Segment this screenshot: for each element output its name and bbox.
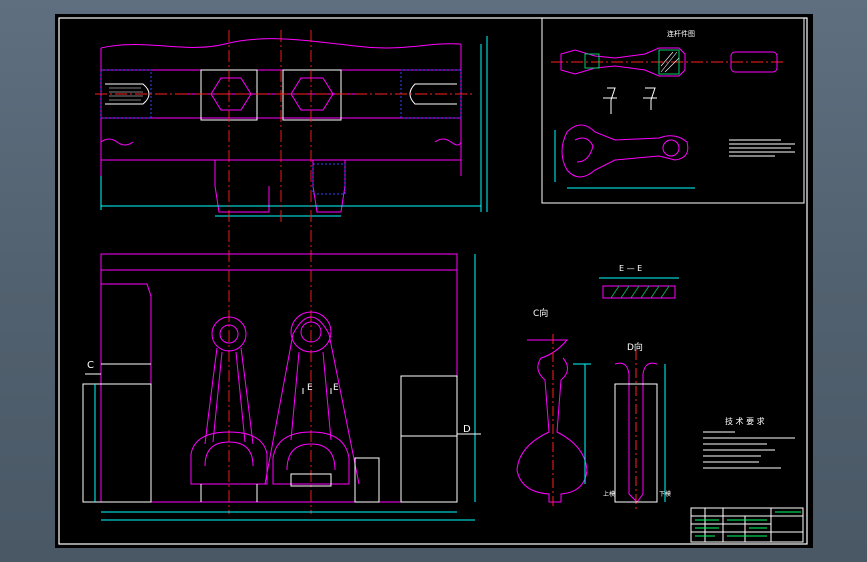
detail-notes	[729, 139, 795, 157]
detail-rod-plan	[561, 124, 689, 178]
sheet-border	[58, 17, 808, 545]
elevation-left-step	[101, 283, 152, 502]
view-d-label: D向	[627, 341, 643, 353]
connecting-rod-large	[264, 311, 380, 503]
bottom-label-left: 上模	[603, 490, 615, 498]
cad-drawing: E E C D 连杆件图 E — E C向 D向 上模 下模 技 术 要 求	[58, 17, 808, 545]
plan-view	[100, 36, 488, 217]
detail-rod-big-end	[574, 137, 594, 163]
plan-break-right	[434, 138, 462, 146]
plan-base-right	[312, 160, 346, 213]
elevation-outline	[100, 253, 458, 503]
section-ee-label: E — E	[619, 264, 642, 273]
detail-section-a	[603, 87, 617, 114]
elevation-view	[82, 253, 481, 521]
detail-rod-small-eye	[662, 139, 680, 157]
tech-requirements-lines	[703, 431, 795, 469]
marker-d: D	[463, 424, 471, 435]
title-block	[690, 507, 804, 543]
detail-section-b	[643, 87, 657, 110]
view-c	[516, 334, 591, 506]
view-d	[614, 350, 666, 510]
elevation-right-block	[400, 375, 458, 503]
elevation-left-block	[82, 383, 152, 503]
view-c-label: C向	[533, 307, 548, 319]
center-lines	[95, 30, 785, 514]
drawing-sheet: E E C D 连杆件图 E — E C向 D向 上模 下模 技 术 要 求	[55, 14, 813, 548]
marker-e-2: E	[333, 383, 339, 393]
plan-break-left	[100, 138, 134, 146]
detail-frame	[541, 17, 805, 204]
title-block-frame	[690, 507, 804, 543]
bottom-label-right: 下模	[659, 490, 671, 498]
part-detail-box	[541, 17, 805, 204]
marker-c: C	[87, 360, 94, 371]
marker-e-1: E	[307, 383, 313, 393]
section-ee-outline	[602, 285, 676, 299]
detail-title: 连杆件图	[667, 29, 695, 38]
tech-requirements-title: 技 术 要 求	[725, 416, 765, 426]
section-ee-view	[599, 277, 679, 299]
section-ee-hatch	[610, 285, 670, 299]
plan-base-left	[214, 160, 270, 213]
plan-hidden-box	[312, 163, 346, 195]
